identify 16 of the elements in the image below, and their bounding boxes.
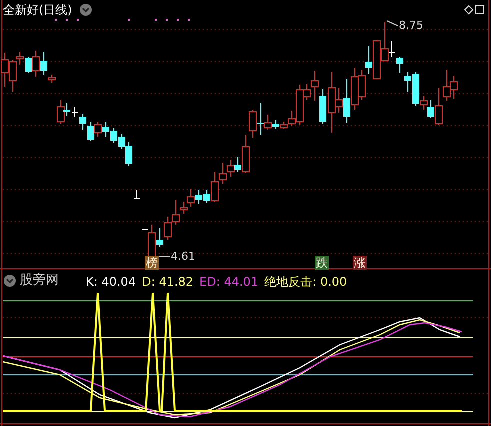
indicator-name: 股旁网 [20,274,59,288]
signal-badge: 榜 [145,256,159,270]
panel-menu-icon[interactable] [4,275,16,287]
indicator-value: K: 40.04 [86,275,136,289]
signal-badge: 涨 [353,256,367,270]
indicator-value: D: 41.82 [142,275,194,289]
dropdown-icon[interactable] [80,4,92,16]
indicator-value: ED: 44.01 [200,275,259,289]
candlestick [134,190,140,200]
chart-title: 全新好(日线) [3,3,72,17]
price-label: 8.75 [399,19,424,33]
price-label: 4.61 [171,250,196,264]
indicator-value: 绝地反击: 0.00 [264,275,348,289]
signal-badge: 跌 [315,256,329,270]
window-controls-icon[interactable] [464,5,484,15]
leader-line [386,20,398,26]
